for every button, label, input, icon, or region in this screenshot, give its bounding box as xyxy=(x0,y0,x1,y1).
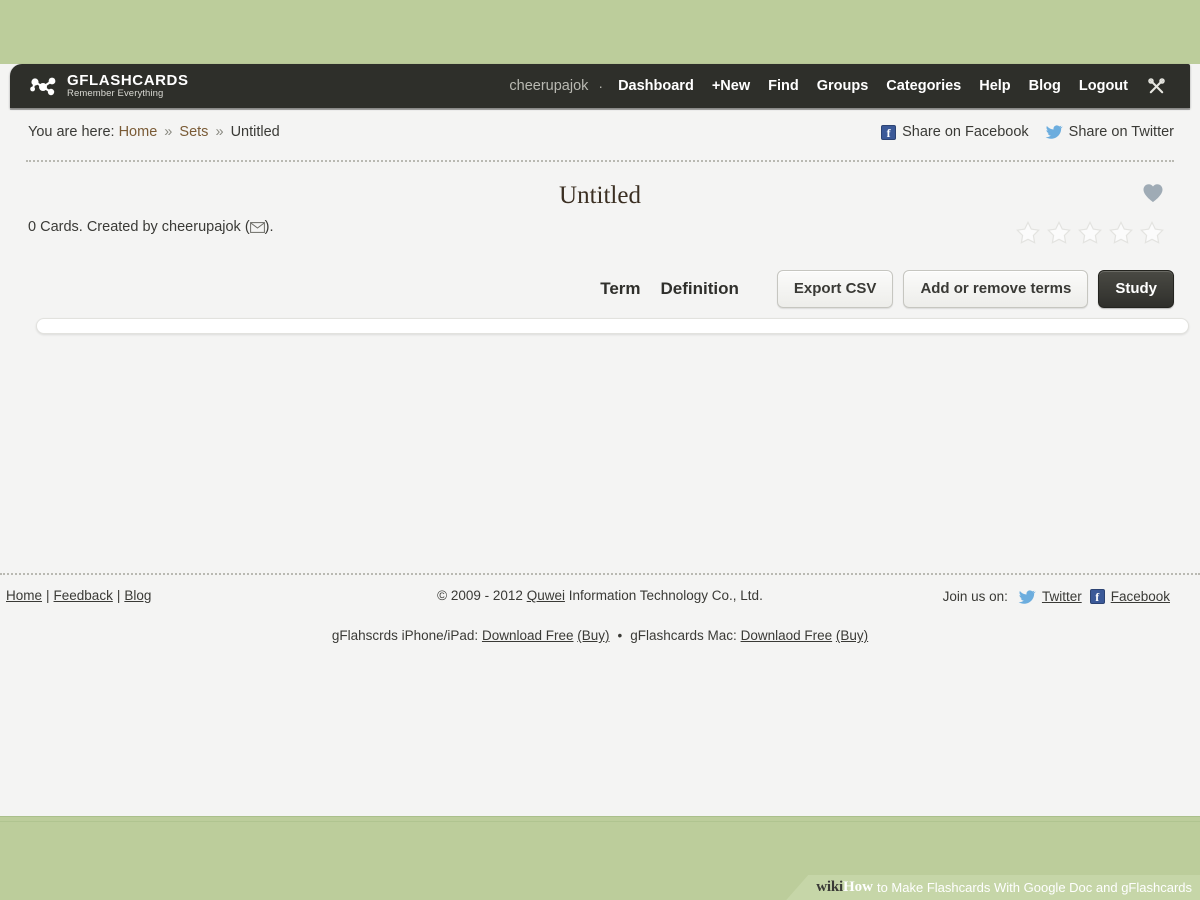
rating-star-3[interactable] xyxy=(1076,219,1104,247)
top-navigation-bar: GFLASHCARDS Remember Everything cheerupa… xyxy=(10,64,1190,108)
divider-top xyxy=(26,160,1174,162)
brand-name: GFLASHCARDS xyxy=(67,73,189,88)
study-button[interactable]: Study xyxy=(1098,270,1174,308)
nav-item-categories[interactable]: Categories xyxy=(877,76,970,96)
iphone-buy-link[interactable]: (Buy) xyxy=(577,628,609,643)
envelope-icon[interactable] xyxy=(250,219,265,235)
breadcrumb-prefix: You are here: xyxy=(28,124,115,140)
nav-item-dashboard[interactable]: Dashboard xyxy=(609,76,703,96)
molecule-icon xyxy=(30,75,60,97)
set-meta-prefix: 0 Cards. Created by xyxy=(28,219,162,235)
breadcrumb-current: Untitled xyxy=(231,124,280,140)
facebook-icon: f xyxy=(881,125,896,140)
card-list-empty-bar xyxy=(36,318,1189,334)
nav-item-logout[interactable]: Logout xyxy=(1070,76,1137,96)
heart-icon[interactable] xyxy=(1142,183,1164,203)
breadcrumb-link-home[interactable]: Home xyxy=(119,124,158,140)
rating-star-1[interactable] xyxy=(1014,219,1042,247)
footer-facebook-link[interactable]: f Facebook xyxy=(1090,589,1170,604)
set-meta-open-paren: ( xyxy=(241,219,250,235)
bottom-band: wikiHow to Make Flashcards With Google Do… xyxy=(0,816,1200,900)
share-on-facebook-button[interactable]: f Share on Facebook xyxy=(881,124,1029,140)
tools-icon[interactable] xyxy=(1137,77,1174,96)
footer-facebook-label: Facebook xyxy=(1111,589,1170,604)
nav-item-groups[interactable]: Groups xyxy=(808,76,878,96)
nav-item-blog[interactable]: Blog xyxy=(1020,76,1070,96)
breadcrumb-link-sets[interactable]: Sets xyxy=(179,124,208,140)
set-meta: 0 Cards. Created by cheerupajok (). xyxy=(28,219,274,235)
column-header-term: Term xyxy=(600,279,640,299)
breadcrumb-row: You are here: Home » Sets » Untitled f S… xyxy=(0,124,1200,156)
watermark-text: to Make Flashcards With Google Doc and g… xyxy=(877,880,1192,895)
breadcrumb-separator-2: » xyxy=(212,124,226,140)
share-facebook-label: Share on Facebook xyxy=(902,124,1029,140)
share-links: f Share on Facebook Share on Twitter xyxy=(881,124,1174,140)
band-line xyxy=(0,821,1200,822)
nav-username: cheerupajok xyxy=(509,78,592,94)
copyright-post: Information Technology Co., Ltd. xyxy=(565,588,763,603)
watermark-wiki: wiki xyxy=(816,879,843,896)
logo-text-block: GFLASHCARDS Remember Everything xyxy=(67,73,189,99)
site-logo[interactable]: GFLASHCARDS Remember Everything xyxy=(30,73,189,99)
nav-item-find[interactable]: Find xyxy=(759,76,808,96)
app-links-separator: • xyxy=(610,628,631,643)
add-or-remove-terms-button[interactable]: Add or remove terms xyxy=(903,270,1088,308)
twitter-bird-icon xyxy=(1045,125,1063,139)
rating-star-4[interactable] xyxy=(1107,219,1135,247)
export-csv-button[interactable]: Export CSV xyxy=(777,270,894,308)
copyright-company-link[interactable]: Quwei xyxy=(527,588,565,603)
iphone-app-label: gFlahscrds iPhone/iPad: xyxy=(332,628,478,643)
set-author: cheerupajok xyxy=(162,219,241,235)
divider-bottom xyxy=(0,573,1200,575)
join-us-label: Join us on: xyxy=(943,589,1008,604)
nav-item-help[interactable]: Help xyxy=(970,76,1019,96)
watermark-how: How xyxy=(843,879,873,896)
facebook-icon: f xyxy=(1090,589,1105,604)
wikihow-watermark: wikiHow to Make Flashcards With Google Do… xyxy=(786,875,1200,900)
brand-tagline: Remember Everything xyxy=(67,89,189,99)
page-title: Untitled xyxy=(0,182,1200,210)
footer-app-links: gFlahscrds iPhone/iPad: Download Free (B… xyxy=(0,628,1200,643)
footer-twitter-label: Twitter xyxy=(1042,589,1082,604)
set-action-row: Term Definition Export CSV Add or remove… xyxy=(0,266,1200,312)
share-on-twitter-button[interactable]: Share on Twitter xyxy=(1045,124,1174,140)
mac-app-label: gFlashcards Mac: xyxy=(630,628,737,643)
share-twitter-label: Share on Twitter xyxy=(1069,124,1174,140)
set-meta-close-paren: ). xyxy=(265,219,274,235)
nav-separator: · xyxy=(592,78,609,94)
copyright-pre: © 2009 - 2012 xyxy=(437,588,527,603)
rating-stars[interactable] xyxy=(1014,219,1166,247)
nav-links: cheerupajok · Dashboard +New Find Groups… xyxy=(509,76,1174,96)
rating-star-2[interactable] xyxy=(1045,219,1073,247)
nav-item-new[interactable]: +New xyxy=(703,76,759,96)
mac-download-link[interactable]: Downlaod Free xyxy=(741,628,833,643)
breadcrumb-separator-1: » xyxy=(161,124,175,140)
twitter-bird-icon xyxy=(1018,590,1036,604)
rating-star-5[interactable] xyxy=(1138,219,1166,247)
footer-social: Join us on: Twitter f Facebook xyxy=(943,589,1170,604)
breadcrumb: You are here: Home » Sets » Untitled xyxy=(28,124,280,140)
page-sheet xyxy=(0,64,1200,816)
column-header-definition: Definition xyxy=(661,279,739,299)
iphone-download-link[interactable]: Download Free xyxy=(482,628,574,643)
footer-twitter-link[interactable]: Twitter xyxy=(1018,589,1082,604)
mac-buy-link[interactable]: (Buy) xyxy=(836,628,868,643)
